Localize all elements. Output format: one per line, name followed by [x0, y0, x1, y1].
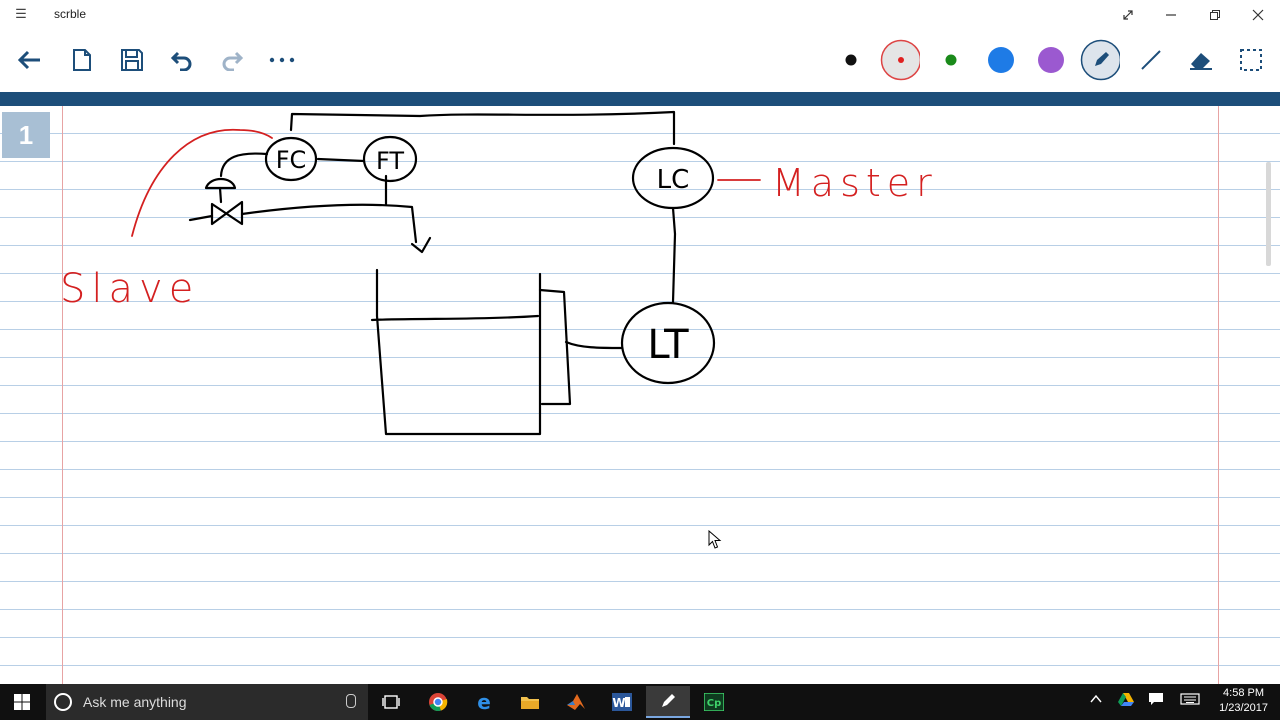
matlab-icon[interactable] [554, 686, 598, 718]
keyboard-icon[interactable] [1180, 692, 1200, 709]
edge-icon[interactable]: e [462, 686, 506, 718]
clock-date: 1/23/2017 [1219, 702, 1268, 714]
lt-label: LT [647, 322, 689, 368]
title-bar: ☰ scrble [0, 0, 1280, 30]
microphone-icon[interactable] [346, 694, 356, 708]
back-arrow-icon[interactable] [9, 40, 49, 80]
mouse-cursor-icon [708, 530, 722, 549]
master-label: Master [772, 161, 938, 205]
file-explorer-icon[interactable] [508, 686, 552, 718]
line-icon[interactable] [1131, 40, 1171, 80]
more-icon[interactable] [262, 40, 302, 80]
color-purple-button[interactable] [1031, 40, 1071, 80]
app-title: scrble [54, 7, 87, 21]
task-view-icon[interactable] [369, 686, 413, 718]
header-divider [0, 92, 1280, 106]
level-gauge [538, 288, 572, 406]
inlet-pipe [188, 203, 418, 244]
lc-lt-link [671, 206, 677, 304]
word-icon[interactable]: W [600, 686, 644, 718]
toolbar [0, 30, 1280, 92]
search-placeholder: Ask me anything [83, 694, 187, 710]
ft-label: FT [376, 147, 404, 175]
action-center-icon[interactable] [1148, 692, 1164, 709]
pen-icon[interactable] [1080, 39, 1120, 81]
color-blue-button[interactable] [981, 40, 1021, 80]
svg-text:e: e [477, 692, 491, 712]
slave-pointer [131, 128, 273, 237]
cortana-icon [54, 693, 72, 711]
fc-valve-link [219, 152, 269, 178]
restore-icon[interactable] [1195, 0, 1235, 30]
slave-label: Slave [60, 266, 199, 312]
expand-icon[interactable] [1108, 0, 1148, 30]
svg-text:Cp: Cp [707, 698, 722, 709]
handwritten-diagram: FC FT LC LT Slave Master [60, 110, 938, 436]
minimize-icon[interactable] [1151, 0, 1191, 30]
signal-line-top [289, 110, 676, 146]
hamburger-icon[interactable]: ☰ [14, 7, 28, 21]
new-page-icon[interactable] [62, 40, 102, 80]
control-valve [210, 200, 244, 226]
redo-icon[interactable] [212, 40, 252, 80]
scrble-icon[interactable] [646, 686, 690, 718]
tank-outline [375, 268, 542, 436]
ink-canvas[interactable]: 1 FC FT LC LT Slave Master [0, 106, 1280, 684]
color-black-button[interactable] [831, 40, 871, 80]
select-icon[interactable] [1231, 40, 1271, 80]
gauge-lt-link [564, 340, 624, 350]
cortana-search-box[interactable]: Ask me anything [46, 684, 368, 720]
clock-time: 4:58 PM [1223, 687, 1265, 699]
svg-text:W: W [612, 696, 625, 710]
windows-start-icon[interactable] [0, 686, 44, 718]
captivate-icon[interactable]: Cp [692, 686, 736, 718]
fc-label: FC [276, 146, 307, 174]
google-drive-icon[interactable] [1118, 692, 1134, 709]
valve-actuator [204, 177, 237, 190]
lc-label: LC [657, 165, 690, 195]
chrome-icon[interactable] [416, 686, 460, 718]
undo-icon[interactable] [162, 40, 202, 80]
save-icon[interactable] [112, 40, 152, 80]
taskbar: Ask me anything e W Cp 4:58 PM 1/23/2017 [0, 684, 1280, 720]
system-clock[interactable]: 4:58 PM 1/23/2017 [1219, 686, 1268, 716]
close-icon[interactable] [1238, 0, 1278, 30]
eraser-icon[interactable] [1181, 40, 1221, 80]
color-green-button[interactable] [931, 40, 971, 80]
color-red-button[interactable] [880, 39, 920, 81]
fc-ft-link [316, 157, 366, 163]
chevron-up-icon[interactable] [1089, 692, 1103, 709]
liquid-level [370, 314, 540, 322]
